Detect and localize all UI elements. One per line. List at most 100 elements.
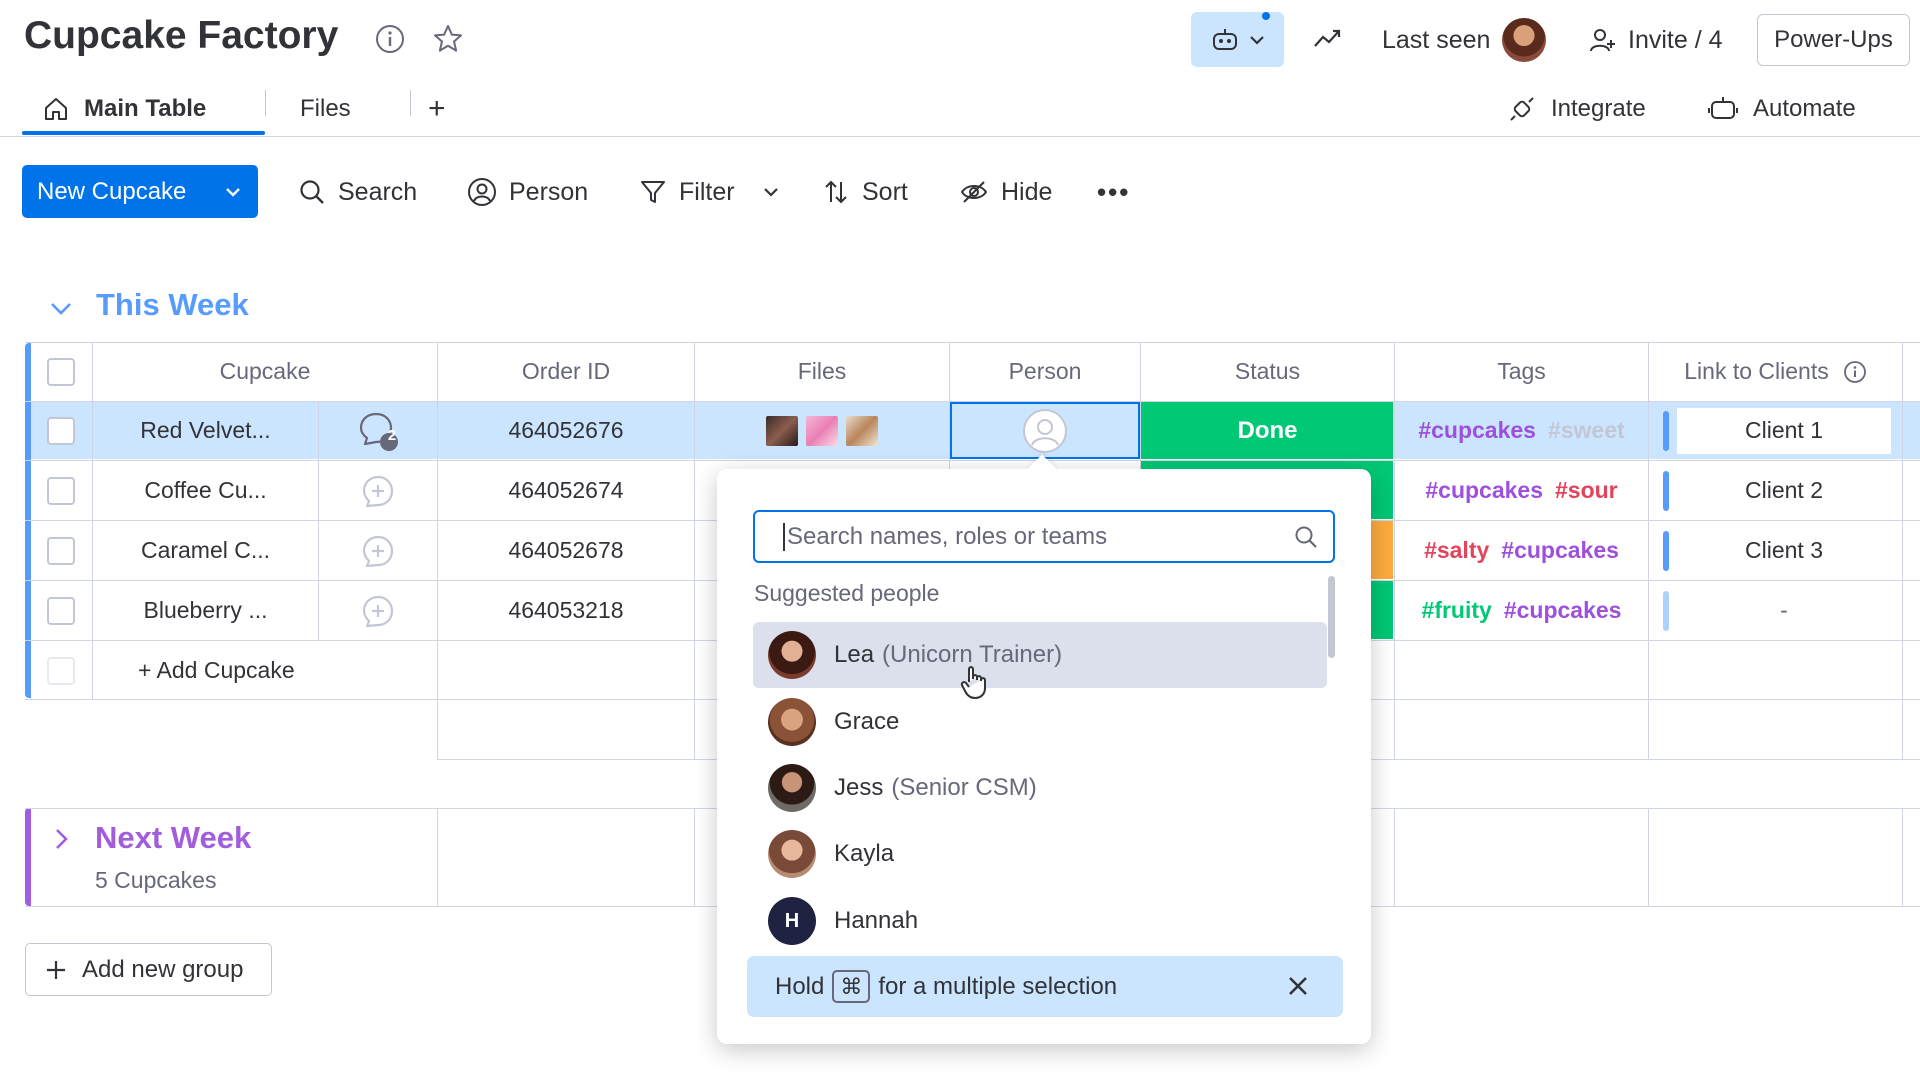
order-id-cell[interactable]: 464052676 (438, 401, 694, 460)
file-thumbnail[interactable] (846, 415, 878, 446)
chevron-down-icon[interactable] (208, 165, 258, 218)
filter-button[interactable]: Filter (639, 172, 735, 212)
column-header-cupcake[interactable]: Cupcake (93, 343, 437, 400)
person-cell-active[interactable] (950, 402, 1140, 459)
select-all-checkbox-cell[interactable] (46, 343, 76, 400)
row-checkbox[interactable] (47, 596, 75, 625)
star-icon[interactable] (431, 22, 465, 56)
client-link-bar (1663, 590, 1669, 631)
person-filter-button[interactable]: Person (467, 172, 588, 212)
client-link-cell[interactable]: Client 3 (1663, 521, 1893, 580)
order-id-cell[interactable]: 464052674 (438, 461, 694, 520)
tags-cell[interactable]: #salty #cupcakes (1395, 521, 1648, 580)
client-link-value[interactable]: Client 2 (1677, 467, 1891, 514)
tag[interactable]: #salty (1424, 537, 1489, 564)
client-link-value[interactable]: Client 3 (1677, 527, 1891, 574)
tags-cell[interactable]: #cupcakes #sweet (1395, 401, 1648, 460)
ai-assistant-button[interactable] (1191, 12, 1284, 67)
person-option-hannah[interactable]: H Hannah (753, 888, 1327, 954)
more-options-button[interactable]: ••• (1097, 172, 1130, 212)
person-option-kayla[interactable]: Kayla (753, 821, 1327, 887)
add-update-button[interactable] (319, 461, 437, 520)
info-icon[interactable] (1843, 360, 1867, 384)
row-checkbox-cell[interactable] (46, 461, 76, 520)
add-update-bubble-icon (362, 595, 394, 627)
last-seen[interactable]: Last seen (1382, 18, 1547, 62)
item-name[interactable]: Blueberry ... (93, 581, 318, 640)
tags-cell[interactable]: #cupcakes #sour (1395, 461, 1648, 520)
add-update-button[interactable] (319, 581, 437, 640)
item-name[interactable]: Coffee Cu... (93, 461, 318, 520)
client-link-value[interactable]: Client 1 (1677, 407, 1891, 454)
info-icon[interactable] (373, 22, 407, 56)
item-name[interactable]: Red Velvet... (93, 401, 318, 460)
people-list-scrollbar[interactable] (1328, 576, 1335, 658)
client-link-value[interactable]: - (1677, 588, 1891, 634)
person-option-lea[interactable]: Lea (Unicorn Trainer) (753, 622, 1327, 688)
files-cell[interactable] (695, 401, 949, 460)
select-all-checkbox[interactable] (47, 357, 75, 386)
column-header-status[interactable]: Status (1141, 343, 1394, 400)
filter-dropdown-toggle[interactable] (762, 172, 780, 212)
add-view-button[interactable]: + (428, 84, 446, 134)
tab-main-table[interactable]: Main Table (42, 84, 206, 134)
tag[interactable]: #cupcakes (1418, 417, 1536, 444)
item-name[interactable]: Caramel C... (93, 521, 318, 580)
file-thumbnail[interactable] (806, 415, 838, 446)
item-updates-button[interactable] (319, 401, 437, 460)
tag[interactable]: #sweet (1548, 417, 1625, 444)
row-checkbox-cell[interactable] (46, 401, 76, 460)
tag[interactable]: #cupcakes (1501, 537, 1619, 564)
tags-cell[interactable]: #fruity #cupcakes (1395, 581, 1648, 640)
row-checkbox-cell[interactable] (46, 581, 76, 640)
status-label[interactable]: Done (1141, 401, 1394, 460)
add-update-button[interactable] (319, 521, 437, 580)
tag[interactable]: #sour (1555, 477, 1618, 504)
row-checkbox[interactable] (47, 476, 75, 505)
client-link-cell[interactable]: Client 2 (1663, 461, 1893, 520)
board-title[interactable]: Cupcake Factory (24, 14, 338, 58)
column-header-person[interactable]: Person (950, 343, 1140, 400)
close-hint-button[interactable] (1286, 974, 1310, 998)
person-option-grace[interactable]: Grace (753, 689, 1327, 755)
power-ups-button[interactable]: Power-Ups (1757, 14, 1910, 66)
person-name: Jess (834, 774, 884, 801)
client-link-cell[interactable]: - (1663, 581, 1893, 640)
tag[interactable]: #fruity (1422, 597, 1492, 624)
invite-label: Invite / 4 (1628, 25, 1723, 54)
tag[interactable]: #cupcakes (1425, 477, 1543, 504)
column-header-tags[interactable]: Tags (1395, 343, 1648, 400)
person-option-jess[interactable]: Jess (Senior CSM) (753, 755, 1327, 821)
order-id-cell[interactable]: 464053218 (438, 581, 694, 640)
tabs-divider (0, 136, 1920, 137)
client-link-cell[interactable]: Client 1 (1663, 401, 1893, 460)
add-item-button[interactable]: + Add Cupcake (138, 641, 438, 700)
order-id-cell[interactable]: 464052678 (438, 521, 694, 580)
column-header-link-to-clients[interactable]: Link to Clients (1649, 343, 1902, 400)
integrate-button[interactable]: Integrate (1507, 84, 1646, 134)
new-cupcake-button[interactable]: New Cupcake (22, 165, 258, 218)
hide-button[interactable]: Hide (959, 172, 1052, 212)
client-link-bar (1663, 470, 1669, 511)
people-search-input[interactable]: Search names, roles or teams (753, 510, 1335, 563)
activity-trend-icon[interactable] (1310, 22, 1344, 56)
client-link-bar (1663, 530, 1669, 571)
add-update-bubble-icon (362, 535, 394, 567)
row-checkbox[interactable] (47, 536, 75, 565)
group-expand-toggle[interactable] (52, 826, 70, 852)
automate-button[interactable]: Automate (1707, 84, 1856, 134)
search-button[interactable]: Search (298, 172, 417, 212)
tab-files[interactable]: Files (300, 84, 351, 134)
row-checkbox-cell[interactable] (46, 521, 76, 580)
add-new-group-button[interactable]: Add new group (25, 943, 272, 996)
sort-button[interactable]: Sort (822, 172, 908, 212)
tag[interactable]: #cupcakes (1504, 597, 1622, 624)
group-title-next-week[interactable]: Next Week (95, 820, 251, 856)
invite-button[interactable]: Invite / 4 (1588, 20, 1723, 60)
column-header-files[interactable]: Files (695, 343, 949, 400)
group-collapse-toggle[interactable] (48, 298, 74, 318)
file-thumbnail[interactable] (766, 415, 798, 446)
row-checkbox[interactable] (47, 416, 75, 445)
column-header-order-id[interactable]: Order ID (438, 343, 694, 400)
group-title-this-week[interactable]: This Week (96, 287, 249, 323)
